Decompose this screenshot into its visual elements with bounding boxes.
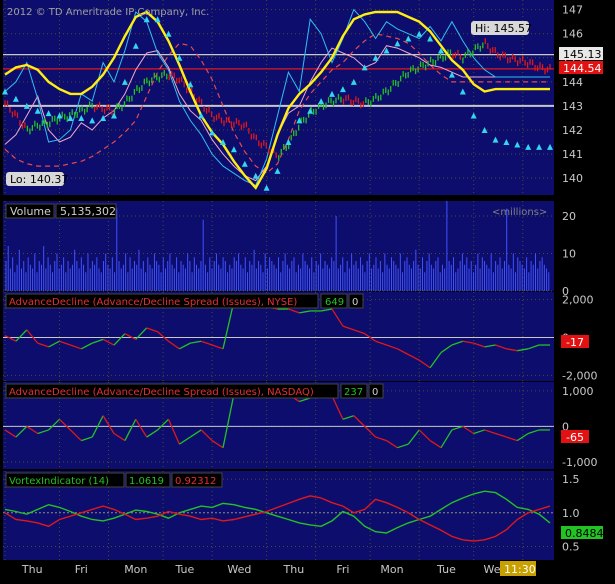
x-tick-label: Wed: [227, 563, 251, 576]
y-tick-label: -1,000: [562, 456, 597, 469]
y-tick-label: 147: [562, 4, 583, 17]
marker-price-label: 145.13: [563, 48, 602, 61]
x-tick-labels: Thu Fri Mon Tue Wed Thu Fri Mon Tue Wed: [21, 563, 508, 576]
last-price-label: 144.54: [563, 62, 602, 75]
y-tick-label: 20: [562, 210, 576, 223]
y-tick-label: 143: [562, 100, 583, 113]
volume-title: Volume: [10, 205, 51, 218]
y-tick-label: 144: [562, 76, 583, 89]
y-tick-label: 1.0: [562, 507, 580, 520]
x-tick-label: Thu: [21, 563, 43, 576]
y-tick-label: 140: [562, 172, 583, 185]
x-tick-label: Fri: [75, 563, 88, 576]
y-tick-label: 10: [562, 248, 576, 261]
current-time: 11:30: [504, 563, 536, 576]
nyse-value-a: 649: [325, 297, 344, 308]
nasdaq-value-b: 0: [372, 387, 378, 398]
vortex-last-label: 0.8484: [565, 527, 604, 540]
nasdaq-value-a: 237: [344, 387, 363, 398]
x-tick-label: Tue: [174, 563, 194, 576]
x-tick-label: Fri: [336, 563, 349, 576]
y-tick-label: 142: [562, 124, 583, 137]
nasdaq-last-label: -65: [566, 431, 584, 444]
x-tick-label: Mon: [380, 563, 403, 576]
y-tick-label: 0.5: [562, 541, 580, 554]
low-label: Lo: 140.37: [10, 173, 68, 186]
nyse-value-b: 0: [352, 297, 358, 308]
nyse-last-label: -17: [566, 336, 584, 349]
x-tick-label: Tue: [436, 563, 456, 576]
high-label: Hi: 145.57: [475, 22, 532, 35]
nyse-title: AdvanceDecline (Advance/Decline Spread (…: [9, 297, 297, 308]
x-tick-label: Mon: [124, 563, 147, 576]
y-tick-label: 141: [562, 148, 583, 161]
y-tick-label: -2,000: [562, 369, 597, 382]
y-tick-label: 146: [562, 28, 583, 41]
volume-unit: <millions>: [492, 207, 547, 218]
y-tick-label: 1.5: [562, 473, 580, 486]
chart-canvas: 14014114214314414514614701020-2,00002,00…: [0, 0, 615, 580]
x-tick-label: Thu: [283, 563, 305, 576]
y-tick-labels: 14014114214314414514614701020-2,00002,00…: [562, 4, 597, 554]
y-tick-label: 1,000: [562, 385, 594, 398]
vortex-title: VortexIndicator (14): [9, 476, 109, 487]
copyright-text: 2012 © TD Ameritrade IP Company, Inc.: [7, 7, 209, 18]
nasdaq-title: AdvanceDecline (Advance/Decline Spread (…: [9, 387, 314, 398]
y-tick-label: 2,000: [562, 294, 594, 307]
volume-value: 5,135,302: [60, 205, 116, 218]
vortex-plus-value: 1.0619: [129, 476, 164, 487]
vortex-minus-value: 0.92312: [175, 476, 216, 487]
chart-svg: 14014114214314414514614701020-2,00002,00…: [2, 0, 604, 576]
